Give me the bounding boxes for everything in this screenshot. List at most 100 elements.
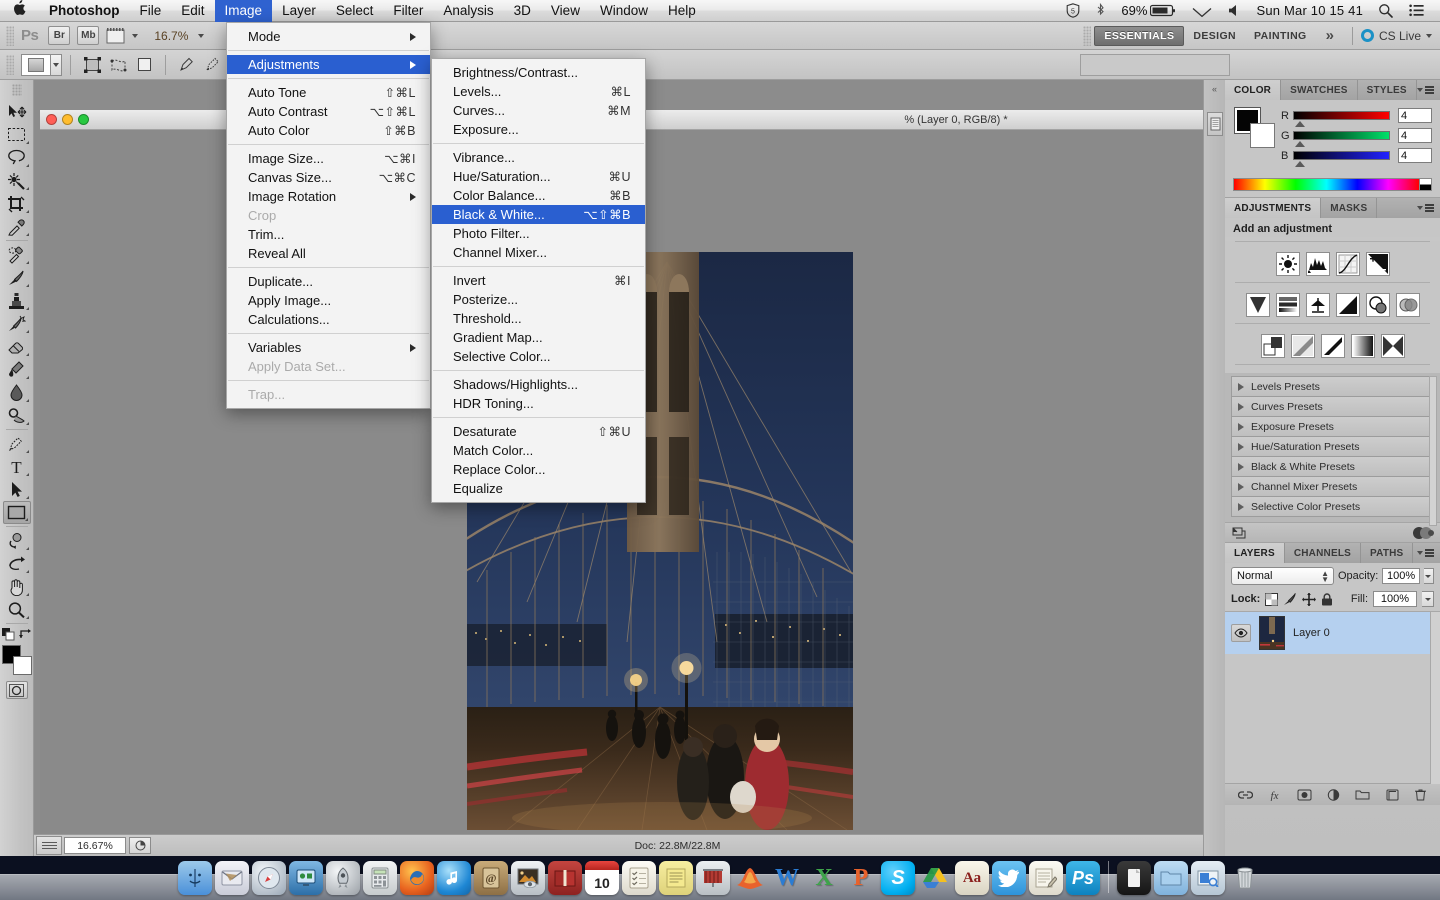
hand-tool[interactable] [3, 575, 31, 598]
dock-item-finder[interactable] [178, 861, 212, 895]
menubar-item-photoshop[interactable]: Photoshop [39, 0, 130, 22]
menu-item-adjustments[interactable]: Adjustments [227, 55, 430, 74]
color-panel-menu-icon[interactable] [1417, 80, 1440, 100]
layer-thumbnail[interactable] [1259, 616, 1285, 650]
dock-item-notes[interactable] [1029, 861, 1063, 895]
dock-item-trash[interactable] [1228, 861, 1262, 895]
dock-item-twitter[interactable] [992, 861, 1026, 895]
options-bar-grip[interactable] [6, 55, 14, 75]
menu-item-auto-tone[interactable]: Auto Tone ⇧⌘L [227, 83, 430, 102]
preset-selective-color[interactable]: Selective Color Presets [1231, 496, 1434, 517]
apple-icon[interactable] [0, 0, 39, 19]
submenu-item-replace-color[interactable]: Replace Color... [432, 460, 645, 479]
menu-item-apply-image[interactable]: Apply Image... [227, 291, 430, 310]
menubar-item-select[interactable]: Select [326, 0, 384, 22]
path-selection-tool[interactable] [3, 478, 31, 501]
free-transform-icon[interactable] [81, 55, 103, 75]
eyedropper-tool[interactable] [3, 215, 31, 238]
minimize-window-button[interactable] [62, 114, 73, 125]
menu-item-mode[interactable]: Mode [227, 27, 430, 46]
opacity-stepper-icon[interactable] [1424, 568, 1434, 584]
lock-position-icon[interactable] [1302, 593, 1316, 606]
image-menu-dropdown[interactable]: Mode Adjustments Auto Tone ⇧⌘L Auto Cont… [226, 22, 431, 409]
tool-preset-picker[interactable] [21, 54, 62, 76]
submenu-item-curves[interactable]: Curves... ⌘M [432, 101, 645, 120]
submenu-item-desaturate[interactable]: Desaturate ⇧⌘U [432, 422, 645, 441]
black-and-white-icon[interactable] [1336, 293, 1360, 317]
brush-tool[interactable] [3, 266, 31, 289]
menubar-item-window[interactable]: Window [590, 0, 658, 22]
gradient-tool[interactable] [3, 358, 31, 381]
return-to-adjustment-list-icon[interactable] [1231, 526, 1247, 540]
wifi-icon[interactable] [1184, 0, 1220, 22]
channel-mixer-icon[interactable] [1396, 293, 1420, 317]
dock-item-stickies[interactable] [659, 861, 693, 895]
horizontal-type-tool[interactable]: T [3, 455, 31, 478]
levels-icon[interactable] [1306, 252, 1330, 276]
notification-center-icon[interactable] [1401, 0, 1432, 22]
channel-slider-r[interactable] [1293, 111, 1390, 120]
dock-item-documents-stack[interactable] [1117, 861, 1151, 895]
dock-item-firefox[interactable] [400, 861, 434, 895]
menu-item-variables[interactable]: Variables [227, 338, 430, 357]
menu-item-trim[interactable]: Trim... [227, 225, 430, 244]
selective-color-icon[interactable] [1381, 334, 1405, 358]
menubar-item-help[interactable]: Help [658, 0, 706, 22]
fill-stepper-icon[interactable] [1422, 591, 1434, 607]
shield-5-icon[interactable]: 5 [1058, 0, 1088, 22]
channel-slider-g[interactable] [1293, 131, 1390, 140]
layer-style-icon[interactable]: fx [1267, 789, 1282, 801]
preset-curves[interactable]: Curves Presets [1231, 396, 1434, 417]
workspace-grip[interactable] [1083, 26, 1091, 46]
menu-item-auto-contrast[interactable]: Auto Contrast ⌥⇧⌘L [227, 102, 430, 121]
menubar-item-analysis[interactable]: Analysis [433, 0, 503, 22]
panel-background-swatch[interactable] [1250, 123, 1275, 148]
layer-mask-icon[interactable] [1297, 789, 1312, 801]
lock-transparent-pixels-icon[interactable] [1265, 593, 1278, 606]
dock-item-skype[interactable]: S [881, 861, 915, 895]
swap-colors-icon[interactable] [19, 628, 32, 641]
vibrance-icon[interactable] [1246, 293, 1270, 317]
dock-item-reminders[interactable] [622, 861, 656, 895]
tab-layers[interactable]: LAYERS [1225, 543, 1285, 563]
spectrum-black-white-swatch[interactable] [1420, 178, 1432, 191]
lasso-tool[interactable] [3, 146, 31, 169]
invert-icon[interactable] [1261, 334, 1285, 358]
menu-item-reveal-all[interactable]: Reveal All [227, 244, 430, 263]
menubar-item-filter[interactable]: Filter [383, 0, 433, 22]
appbar-zoom-chevron-down-icon[interactable] [198, 34, 204, 38]
tab-styles[interactable]: STYLES [1358, 80, 1417, 100]
dock-item-safari[interactable] [252, 861, 286, 895]
status-zoom-field[interactable]: 16.67% [64, 837, 126, 854]
submenu-item-vibrance[interactable]: Vibrance... [432, 148, 645, 167]
warp-icon[interactable] [107, 55, 129, 75]
clip-to-layer-icon[interactable] [1412, 526, 1434, 540]
rectangular-marquee-tool[interactable] [3, 123, 31, 146]
submenu-item-color-balance[interactable]: Color Balance... ⌘B [432, 186, 645, 205]
menu-item-canvas-size[interactable]: Canvas Size... ⌥⌘C [227, 168, 430, 187]
menubar-item-view[interactable]: View [541, 0, 590, 22]
battery-icon[interactable] [1150, 0, 1184, 22]
hue-saturation-icon[interactable] [1276, 293, 1300, 317]
close-window-button[interactable] [46, 114, 57, 125]
menubar-item-layer[interactable]: Layer [272, 0, 326, 22]
dock-item-word[interactable]: W [770, 861, 804, 895]
new-fill-adjustment-icon[interactable] [1326, 789, 1341, 801]
channel-value-r[interactable]: 4 [1398, 108, 1432, 123]
dock-item-matlab[interactable] [733, 861, 767, 895]
dock-item-keynote[interactable] [696, 861, 730, 895]
rectangle-tool[interactable] [3, 501, 31, 524]
color-panel-swatches[interactable] [1235, 108, 1275, 148]
submenu-item-black-and-white[interactable]: Black & White... ⌥⇧⌘B [432, 205, 645, 224]
preset-channel-mixer[interactable]: Channel Mixer Presets [1231, 476, 1434, 497]
preview-options-icon[interactable] [129, 837, 151, 854]
posterize-icon[interactable] [1291, 334, 1315, 358]
menubar-item-edit[interactable]: Edit [171, 0, 214, 22]
clone-stamp-tool[interactable] [3, 289, 31, 312]
color-balance-icon[interactable] [1306, 293, 1330, 317]
new-layer-icon[interactable] [1385, 789, 1400, 801]
new-group-icon[interactable] [1355, 789, 1370, 801]
menubar-item-file[interactable]: File [130, 0, 172, 22]
spotlight-search-icon[interactable] [1370, 0, 1401, 22]
tab-color[interactable]: COLOR [1225, 80, 1281, 100]
